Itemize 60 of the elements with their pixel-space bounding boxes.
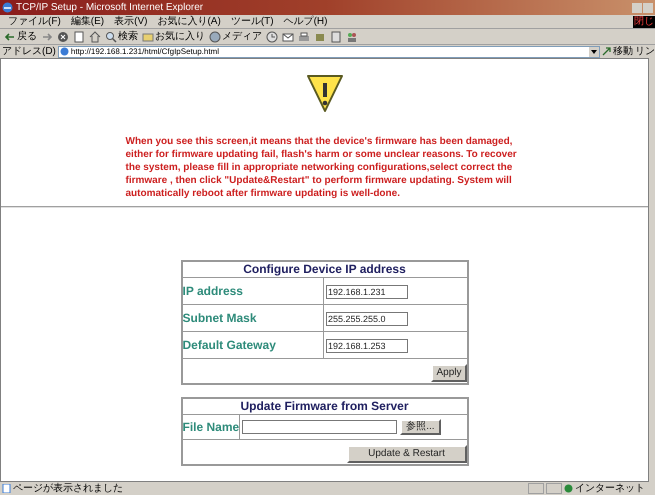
links-button[interactable]: リン — [635, 46, 655, 56]
globe-icon — [564, 484, 573, 493]
warning-message: When you see this screen,it means that the device's firmware has been damaged, either for firmware updating fail, flash's harm or some unclear reasons. To recover the system, please fill in appropriate networking configurations,select correct the firmware , then click "Update&Restart" to perform firmware updating. System will automatically reboot after firmware updating is well-done. — [126, 135, 518, 200]
stop-icon — [57, 30, 69, 42]
update-restart-button[interactable]: Update & Restart — [346, 445, 466, 463]
text-field[interactable]: 255.255.255.0 — [326, 312, 408, 326]
menu-item[interactable]: ファイル(F) — [8, 16, 61, 26]
dropdown-button[interactable] — [589, 46, 599, 56]
toolbar-button[interactable] — [266, 30, 278, 42]
field-label: Subnet Mask — [182, 311, 257, 325]
home-icon — [89, 30, 101, 42]
field-label: File Name — [182, 420, 240, 434]
section-title: Update Firmware from Server — [239, 399, 410, 414]
printer-icon — [298, 30, 310, 42]
search-icon — [105, 30, 117, 42]
document-icon — [330, 30, 342, 42]
browse-button[interactable]: 参照... — [400, 419, 441, 435]
menu-item[interactable]: ツール(T) — [230, 16, 274, 26]
folder-icon — [142, 30, 154, 42]
toolbar-button[interactable] — [282, 30, 294, 42]
status-panel — [546, 483, 562, 494]
apply-button[interactable]: Apply — [431, 364, 466, 382]
text-field[interactable]: 192.168.1.231 — [326, 285, 408, 299]
zone-text: インターネット — [575, 484, 646, 494]
toolbar-button[interactable]: 検索 — [105, 30, 138, 42]
toolbar-button[interactable] — [330, 30, 342, 42]
toolbar-button[interactable]: 戻る — [4, 30, 37, 42]
toolbar-button[interactable] — [57, 30, 69, 42]
arrow-icon — [4, 30, 16, 42]
address-field[interactable]: http://192.168.1.231/html/CfgIpSetup.html — [58, 46, 600, 58]
menu-item[interactable]: 表示(V) — [114, 16, 148, 26]
caret-icon — [591, 50, 597, 54]
toolbar-button[interactable] — [89, 30, 101, 42]
section-title: Configure Device IP address — [242, 262, 407, 277]
go-button[interactable]: 移動 — [613, 46, 633, 56]
document-icon — [73, 30, 85, 42]
people-icon — [346, 30, 358, 42]
envelope-icon — [282, 30, 294, 42]
field-label: IP address — [182, 284, 243, 298]
status-panel — [528, 483, 544, 494]
menu-item[interactable]: ヘルプ(H) — [284, 16, 328, 26]
toolbar-button[interactable]: メディア — [209, 30, 262, 42]
go-arrow-icon — [602, 47, 611, 56]
toolbar-button[interactable] — [73, 30, 85, 42]
window-title: TCP/IP Setup - Microsoft Internet Explorer — [16, 2, 204, 12]
text-field[interactable]: 192.168.1.253 — [326, 339, 408, 353]
disc-icon — [209, 30, 221, 42]
arrow-icon — [41, 30, 53, 42]
file-field[interactable] — [242, 420, 398, 434]
close-button[interactable]: 閉じ — [633, 16, 655, 28]
field-label: Default Gateway — [182, 338, 276, 352]
status-text: ページが表示されました — [13, 484, 123, 494]
warning-icon — [306, 73, 344, 113]
toolbar-button[interactable] — [298, 30, 310, 42]
menu-item[interactable]: お気に入り(A) — [157, 16, 221, 26]
toolbar-button[interactable] — [346, 30, 358, 42]
menu-item[interactable]: 編集(E) — [70, 16, 104, 26]
clock-icon — [266, 30, 278, 42]
toolbar-button[interactable]: お気に入り — [142, 30, 205, 42]
address-label: アドレス(D) — [2, 46, 56, 56]
